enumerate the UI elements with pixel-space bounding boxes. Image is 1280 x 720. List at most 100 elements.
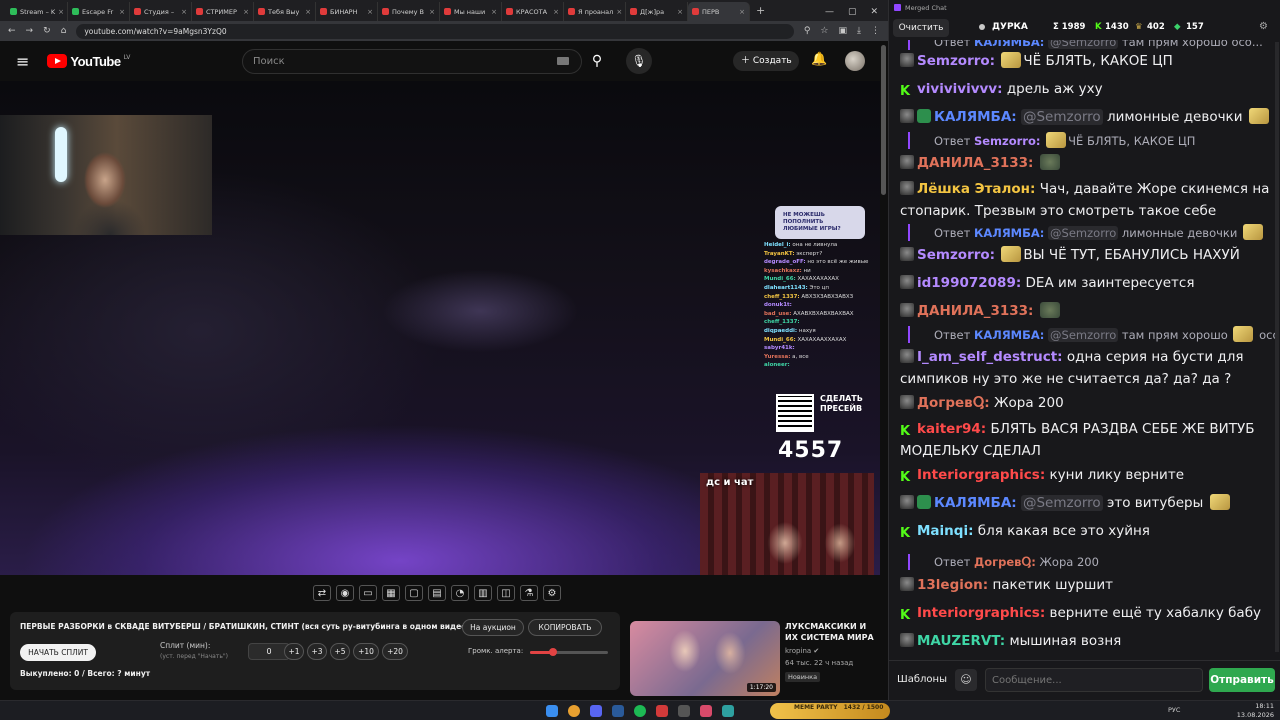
- browser-tab[interactable]: Stream – K ×: [6, 2, 68, 21]
- browser-tab[interactable]: Я проанал ×: [564, 2, 626, 21]
- chat-app-icon[interactable]: [722, 705, 734, 717]
- clapper-icon[interactable]: ▦: [382, 585, 400, 601]
- chat-reply-line[interactable]: Ответ Semzorro: ЧЁ БЛЯТЬ, КАКОЕ ЦП: [908, 132, 1278, 149]
- avatar[interactable]: [845, 51, 865, 71]
- film-icon[interactable]: ▤: [428, 585, 446, 601]
- gear-icon[interactable]: ⚙: [543, 585, 561, 601]
- chat-reply-line[interactable]: Ответ ДогревႳ: Жора 200: [908, 554, 1278, 570]
- close-tab-icon[interactable]: ×: [616, 8, 622, 16]
- recommendation-channel[interactable]: kropina ✔: [785, 647, 819, 655]
- forward-icon[interactable]: →: [26, 26, 34, 36]
- chat-message[interactable]: K Interiorgraphics: верните ещё ту хабалк…: [900, 602, 1270, 624]
- chat-username[interactable]: Mainqi:: [917, 523, 973, 539]
- step-button[interactable]: +10: [353, 643, 379, 660]
- camera-icon[interactable]: ◫: [497, 585, 515, 601]
- browser-tab[interactable]: ПЕРВ ×: [688, 2, 750, 21]
- chat-mention[interactable]: @Semzorro: [1048, 328, 1119, 342]
- clear-button[interactable]: Очистить: [893, 19, 949, 37]
- chat-message[interactable]: K Interiorgraphics: куни лику верните: [900, 464, 1270, 486]
- browser-tab[interactable]: Тебя Выу ×: [254, 2, 316, 21]
- steam-icon[interactable]: [612, 705, 624, 717]
- menu-hamburger-icon[interactable]: ≡: [16, 52, 29, 71]
- templates-button[interactable]: Шаблоны: [893, 669, 951, 691]
- chat-username[interactable]: ДогревႳ:: [974, 555, 1036, 569]
- recommendation-title[interactable]: ЛУКСМАКСИКИ И ИХ СИСТЕМА МИРА: [785, 621, 880, 643]
- chat-username[interactable]: MAUZERVT:: [917, 633, 1005, 649]
- chat-message[interactable]: ДАНИЛА_3133:: [900, 300, 1270, 322]
- settings-gear-icon[interactable]: ⚙: [1259, 21, 1268, 32]
- chat-mention[interactable]: @Semzorro: [1048, 40, 1119, 49]
- step-button[interactable]: +5: [330, 643, 350, 660]
- chat-username[interactable]: КАЛЯМБА:: [934, 109, 1017, 125]
- search-icon[interactable]: ⚲: [582, 49, 612, 74]
- chat-username[interactable]: ДАНИЛА_3133:: [917, 303, 1033, 319]
- bookmark-icon[interactable]: ☆: [820, 26, 828, 36]
- create-button[interactable]: ＋ Создать: [733, 51, 799, 71]
- chat-username[interactable]: Semzorro:: [917, 53, 995, 69]
- chat-username[interactable]: Interiorgraphics:: [917, 467, 1045, 483]
- browser-tab[interactable]: Мы наши ×: [440, 2, 502, 21]
- speed-icon[interactable]: ◔: [451, 585, 469, 601]
- microphone-icon[interactable]: 🎙: [626, 48, 652, 74]
- menu-dots-icon[interactable]: ⋮: [871, 26, 880, 36]
- step-button[interactable]: +1: [284, 643, 304, 660]
- chat-reply-line[interactable]: Ответ КАЛЯМБА: @Semzorro там прям хорошо…: [908, 40, 1278, 50]
- chrome-icon[interactable]: [568, 705, 580, 717]
- emoji-icon[interactable]: ☺: [955, 669, 977, 691]
- chat-message-list[interactable]: Ответ КАЛЯМБА: @Semzorro там прям хорошо…: [889, 40, 1280, 660]
- chat-username[interactable]: ДогревႳ:: [917, 395, 990, 411]
- volume-slider[interactable]: [530, 648, 608, 656]
- chat-username[interactable]: Interiorgraphics:: [917, 605, 1045, 621]
- maximize-icon[interactable]: ▢: [848, 7, 857, 17]
- close-tab-icon[interactable]: ×: [429, 8, 435, 16]
- chat-mention[interactable]: @Semzorro: [1020, 109, 1103, 125]
- browser-tab[interactable]: КРАСОТА ×: [502, 2, 564, 21]
- zoom-icon[interactable]: ⚲: [804, 26, 811, 36]
- chat-mention[interactable]: @Semzorro: [1020, 495, 1103, 511]
- chat-username[interactable]: КАЛЯМБА:: [974, 226, 1044, 240]
- page-scrollbar[interactable]: [881, 45, 886, 195]
- chat-message[interactable]: Лёшка Эталон: Чач, давайте Жоре скинемся…: [900, 178, 1270, 222]
- radio-icon[interactable]: ◉: [336, 585, 354, 601]
- browser-tab[interactable]: Escape Fr ×: [68, 2, 130, 21]
- chat-message[interactable]: K Mainqi: бля какая все это хуйня: [900, 520, 1270, 542]
- browser-taskbar-icon[interactable]: [700, 705, 712, 717]
- chat-message[interactable]: 13legion: пакетик шуршит: [900, 574, 1270, 596]
- minimize-icon[interactable]: —: [825, 7, 834, 17]
- close-tab-icon[interactable]: ×: [677, 8, 683, 16]
- video-player[interactable]: НЕ МОЖЕШЬ ПОПОЛНИТЬ ЛЮБИМЫЕ ИГРЫ? Heidel…: [0, 81, 880, 575]
- chat-username[interactable]: kaiter94:: [917, 421, 986, 437]
- close-tab-icon[interactable]: ×: [305, 8, 311, 16]
- send-button[interactable]: Отправить: [1209, 668, 1275, 692]
- step-button[interactable]: +20: [382, 643, 408, 660]
- chat-username[interactable]: КАЛЯМБА:: [974, 40, 1044, 49]
- extension-icon[interactable]: ▣: [839, 26, 848, 36]
- chat-username[interactable]: ДАНИЛА_3133:: [917, 155, 1033, 171]
- chat-username[interactable]: 13legion:: [917, 577, 988, 593]
- chat-reply-line[interactable]: Ответ КАЛЯМБА: @Semzorro лимонные девочк…: [908, 224, 1278, 241]
- browser-tab[interactable]: БИНАРН ×: [316, 2, 378, 21]
- volume-knob[interactable]: [549, 648, 558, 656]
- reload-icon[interactable]: ↻: [43, 26, 51, 36]
- recommendation-thumbnail[interactable]: 1:17:20: [630, 621, 780, 696]
- discord-icon[interactable]: [590, 705, 602, 717]
- start-split-button[interactable]: НАЧАТЬ СПЛИТ: [20, 644, 96, 661]
- keyboard-icon[interactable]: [557, 57, 569, 65]
- chat-message[interactable]: I_am_self_destruct: одна серия на бусти …: [900, 346, 1270, 390]
- chat-message[interactable]: Kkaiter94: БЛЯТЬ ВАСЯ РАЗДВА СЕБЕ ЖЕ ВИТ…: [900, 418, 1270, 462]
- download-icon[interactable]: ⤓: [857, 26, 861, 36]
- clock[interactable]: 18:11 13.08.2026: [1224, 702, 1274, 720]
- browser-tab[interactable]: Студия – ×: [130, 2, 192, 21]
- close-tab-icon[interactable]: ×: [491, 8, 497, 16]
- back-icon[interactable]: ←: [8, 26, 16, 36]
- close-tab-icon[interactable]: ×: [119, 8, 125, 16]
- copy-button[interactable]: КОПИРОВАТЬ: [528, 619, 602, 636]
- chat-username[interactable]: Semzorro:: [974, 134, 1041, 148]
- chat-message[interactable]: ДогревႳ: Жора 200: [900, 392, 1270, 414]
- browser-tab[interactable]: Почему В ×: [378, 2, 440, 21]
- close-tab-icon[interactable]: ×: [181, 8, 187, 16]
- chat-message[interactable]: MAUZERVT: мышиная возня: [900, 630, 1270, 652]
- chat-message[interactable]: Semzorro: ВЫ ЧЁ ТУТ, ЕБАНУЛИСЬ НАХУЙ: [900, 244, 1270, 266]
- close-window-icon[interactable]: ✕: [870, 7, 878, 17]
- screen-icon[interactable]: ▭: [359, 585, 377, 601]
